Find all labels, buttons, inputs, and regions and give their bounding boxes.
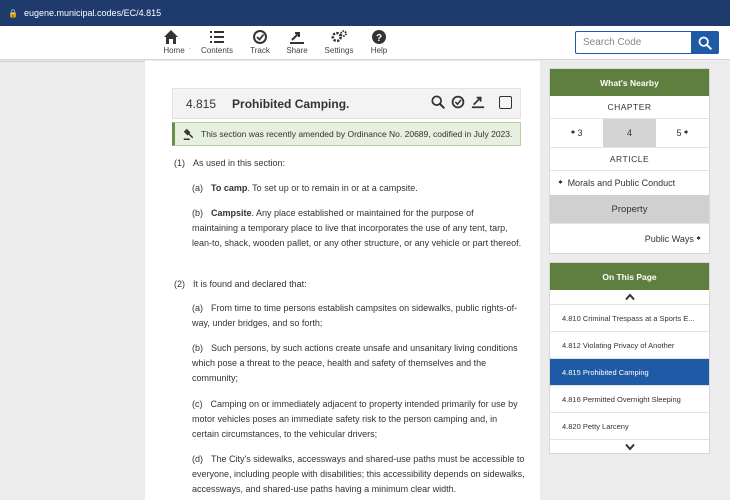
nav-share-label: Share xyxy=(286,46,308,55)
subsection-label: (b) xyxy=(192,208,203,218)
prev-article-link[interactable]: 🠸 Morals and Public Conduct xyxy=(550,170,709,195)
subsection-2d: (d) The City's sidewalks, accessways and … xyxy=(192,452,530,497)
toc-item-4815[interactable]: 4.815 Prohibited Camping xyxy=(550,358,709,385)
article-label: ARTICLE xyxy=(609,154,650,164)
defined-term: Campsite xyxy=(211,208,252,218)
chapter-label: CHAPTER xyxy=(607,102,652,112)
subsection-label: (d) xyxy=(192,454,203,464)
home-icon xyxy=(164,30,178,44)
amendment-notice: This section was recently amended by Ord… xyxy=(172,122,521,146)
subsection-text: Camping on or immediately adjacent to pr… xyxy=(192,399,518,439)
subsection-label: (a) xyxy=(192,183,203,193)
subsection-text: The City's sidewalks, accessways and sha… xyxy=(192,454,525,494)
chevron-up-icon xyxy=(624,293,635,301)
next-chapter-link[interactable]: 5 🠺 xyxy=(656,119,709,147)
nav-settings-label: Settings xyxy=(324,46,354,55)
next-article-label: Public Ways xyxy=(644,233,694,244)
nav-contents-label: Contents xyxy=(200,46,234,55)
subsection-text: Such persons, by such actions create uns… xyxy=(192,343,518,383)
on-this-page-title: On This Page xyxy=(550,263,709,290)
left-gutter xyxy=(0,61,145,500)
search-button[interactable] xyxy=(691,32,718,53)
svg-text:?: ? xyxy=(376,33,382,44)
subsection-text: From time to time persons establish camp… xyxy=(192,303,518,328)
whats-nearby-title: What's Nearby xyxy=(550,69,709,96)
nav-home[interactable]: Home xyxy=(163,28,185,55)
toc-item-4810[interactable]: 4.810 Criminal Trespass at a Sports E... xyxy=(550,304,709,331)
subsection-label: (2) xyxy=(174,279,185,289)
toc-item-4816[interactable]: 4.816 Permitted Overnight Sleeping xyxy=(550,385,709,412)
url-text: eugene.municipal.codes/EC/4.815 xyxy=(24,8,162,18)
address-bar[interactable]: 🔒 eugene.municipal.codes/EC/4.815 xyxy=(0,0,730,26)
gear-icon xyxy=(331,30,347,43)
scroll-down-button[interactable] xyxy=(550,439,709,453)
arrow-left-icon: 🠸 xyxy=(570,127,575,137)
subsection-1a: (a) To camp. To set up or to remain in or… xyxy=(192,181,522,196)
subsection-text: As used in this section: xyxy=(193,158,286,168)
subsection-2b: (b) Such persons, by such actions create … xyxy=(192,341,522,386)
subsection-text: . To set up or to remain in or at a camp… xyxy=(247,183,418,193)
nav-contents[interactable]: Contents xyxy=(200,28,234,55)
current-chapter: 4 xyxy=(603,119,656,147)
section-header: 4.815 Prohibited Camping. xyxy=(172,88,521,119)
scroll-up-button[interactable] xyxy=(550,290,709,304)
track-icon xyxy=(253,30,267,44)
search-icon xyxy=(698,36,712,50)
nav-separator: . xyxy=(189,44,191,51)
nav-help-label: Help xyxy=(370,46,388,55)
share-section-icon[interactable] xyxy=(471,95,485,109)
subsection-1b: (b) Campsite. Any place established or ma… xyxy=(192,206,522,251)
prev-chapter-number: 3 xyxy=(577,128,583,138)
subsection-label: (b) xyxy=(192,343,203,353)
subsection-label: (a) xyxy=(192,303,203,313)
list-icon xyxy=(210,31,224,43)
subsection-text: It is found and declared that: xyxy=(193,279,307,289)
share-icon xyxy=(290,32,304,44)
toc-item-4820[interactable]: 4.820 Petty Larceny xyxy=(550,412,709,439)
nav-track[interactable]: Track xyxy=(248,28,272,55)
search-box xyxy=(575,31,719,54)
subsection-2: (2) It is found and declared that: xyxy=(174,277,514,292)
track-section-icon[interactable] xyxy=(451,95,465,109)
nav-home-label: Home xyxy=(163,46,185,55)
arrow-right-icon: 🠺 xyxy=(696,232,701,243)
current-article: Property xyxy=(550,195,709,223)
defined-term: To camp xyxy=(211,183,248,193)
next-article-link[interactable]: Public Ways 🠺 xyxy=(550,223,709,253)
arrow-left-icon: 🠸 xyxy=(558,177,563,187)
nav-help[interactable]: ? Help xyxy=(369,28,389,55)
nav-track-label: Track xyxy=(250,46,270,55)
subsection-2c: (c) Camping on or immediately adjacent to… xyxy=(192,397,522,442)
chapter-nav: 🠸 3 4 5 🠺 xyxy=(550,118,709,148)
search-input[interactable] xyxy=(576,32,691,53)
prev-chapter-link[interactable]: 🠸 3 xyxy=(550,119,603,147)
help-icon: ? xyxy=(372,30,386,44)
chevron-down-icon xyxy=(624,443,635,451)
subsection-label: (c) xyxy=(192,399,203,409)
next-chapter-number: 5 xyxy=(676,128,682,138)
nav-share[interactable]: Share xyxy=(285,28,309,55)
nav-settings[interactable]: Settings xyxy=(324,28,354,55)
section-title: Prohibited Camping. xyxy=(232,96,350,111)
lock-icon: 🔒 xyxy=(8,8,18,18)
search-section-icon[interactable] xyxy=(431,95,445,109)
whats-nearby-panel: What's Nearby CHAPTER 🠸 3 4 5 🠺 ARTICLE … xyxy=(549,68,710,254)
toc-item-4812[interactable]: 4.812 Violating Privacy of Another xyxy=(550,331,709,358)
subsection-label: (1) xyxy=(174,158,185,168)
gavel-icon xyxy=(183,128,194,140)
on-this-page-panel: On This Page 4.810 Criminal Trespass at … xyxy=(549,262,710,454)
prev-article-label: Morals and Public Conduct xyxy=(567,178,676,188)
select-section-checkbox[interactable] xyxy=(499,95,512,109)
section-number: 4.815 xyxy=(186,96,217,111)
amendment-text: This section was recently amended by Ord… xyxy=(201,129,513,139)
subsection-2a: (a) From time to time persons establish c… xyxy=(192,301,522,331)
subsection-1: (1) As used in this section: xyxy=(174,156,514,171)
arrow-right-icon: 🠺 xyxy=(683,127,689,137)
